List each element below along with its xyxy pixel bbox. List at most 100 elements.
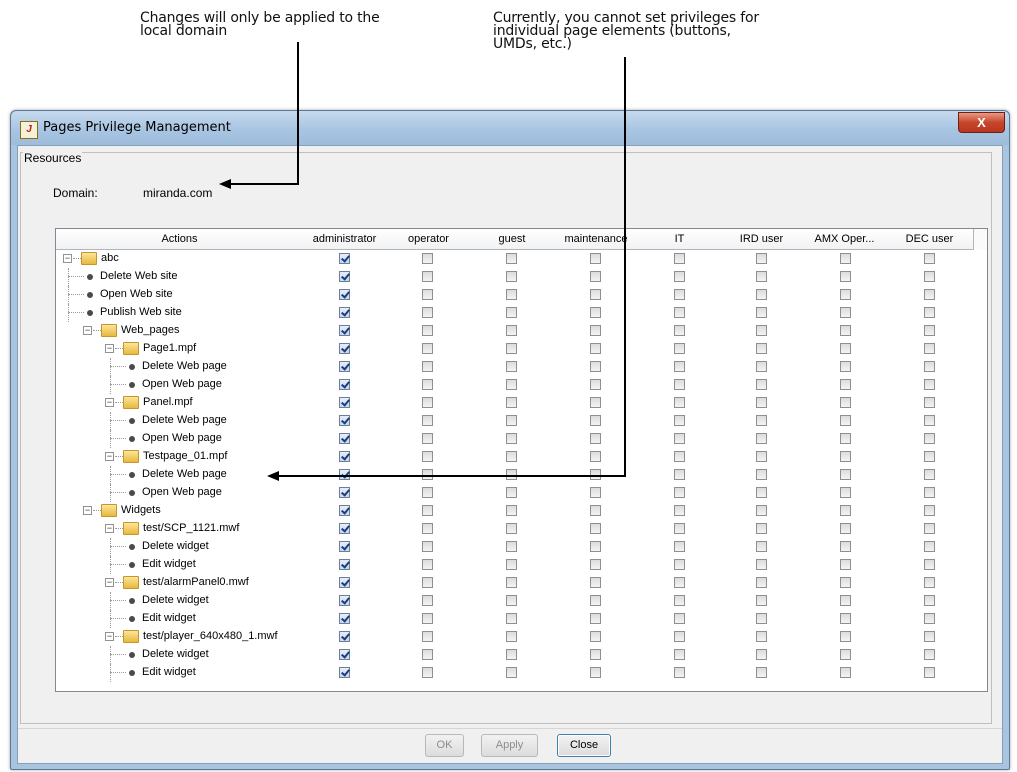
column-header[interactable]: maintenance [553,229,640,250]
privilege-checkbox[interactable] [756,451,767,462]
privilege-checkbox[interactable] [506,343,517,354]
tree-node-label[interactable]: Testpage_01.mpf [143,450,227,462]
collapse-icon[interactable]: − [105,452,114,461]
privilege-checkbox[interactable] [339,631,350,642]
privilege-checkbox[interactable] [339,613,350,624]
privilege-checkbox[interactable] [422,487,433,498]
privilege-checkbox[interactable] [674,469,685,480]
privilege-checkbox[interactable] [590,631,601,642]
tree-node-label[interactable]: Edit widget [142,666,196,678]
privilege-checkbox[interactable] [756,253,767,264]
collapse-icon[interactable]: − [105,344,114,353]
collapse-icon[interactable]: − [83,326,92,335]
privilege-checkbox[interactable] [674,343,685,354]
privilege-checkbox[interactable] [590,523,601,534]
privilege-checkbox[interactable] [422,397,433,408]
column-header[interactable]: AMX Oper... [803,229,887,250]
privilege-checkbox[interactable] [674,631,685,642]
tree-node-label[interactable]: Open Web page [142,486,222,498]
privilege-checkbox[interactable] [674,271,685,282]
privilege-checkbox[interactable] [339,415,350,426]
privilege-checkbox[interactable] [756,505,767,516]
privilege-checkbox[interactable] [339,253,350,264]
privilege-checkbox[interactable] [840,505,851,516]
privilege-checkbox[interactable] [339,433,350,444]
privilege-checkbox[interactable] [924,487,935,498]
privilege-checkbox[interactable] [422,343,433,354]
privilege-checkbox[interactable] [506,307,517,318]
privilege-checkbox[interactable] [674,325,685,336]
privilege-checkbox[interactable] [506,667,517,678]
privilege-checkbox[interactable] [339,487,350,498]
privilege-checkbox[interactable] [422,631,433,642]
privilege-checkbox[interactable] [590,379,601,390]
privilege-checkbox[interactable] [506,361,517,372]
tree-node-label[interactable]: Panel.mpf [143,396,193,408]
privilege-checkbox[interactable] [840,433,851,444]
privilege-checkbox[interactable] [924,559,935,570]
privilege-checkbox[interactable] [756,343,767,354]
tree-node-label[interactable]: Edit widget [142,612,196,624]
privilege-checkbox[interactable] [506,523,517,534]
privilege-checkbox[interactable] [339,343,350,354]
privilege-checkbox[interactable] [339,505,350,516]
privilege-checkbox[interactable] [506,487,517,498]
privilege-checkbox[interactable] [339,397,350,408]
privilege-checkbox[interactable] [422,289,433,300]
privilege-checkbox[interactable] [924,541,935,552]
privilege-checkbox[interactable] [506,271,517,282]
privilege-checkbox[interactable] [422,307,433,318]
privilege-checkbox[interactable] [756,487,767,498]
collapse-icon[interactable]: − [105,578,114,587]
tree-node-label[interactable]: Delete Web site [100,270,177,282]
privilege-checkbox[interactable] [840,595,851,606]
privilege-checkbox[interactable] [756,325,767,336]
privilege-checkbox[interactable] [422,415,433,426]
collapse-icon[interactable]: − [105,524,114,533]
privilege-checkbox[interactable] [840,451,851,462]
privilege-checkbox[interactable] [756,649,767,660]
privilege-checkbox[interactable] [422,325,433,336]
privilege-checkbox[interactable] [674,649,685,660]
column-header[interactable]: IRD user [720,229,804,250]
privilege-checkbox[interactable] [422,523,433,534]
privilege-checkbox[interactable] [590,307,601,318]
privilege-checkbox[interactable] [674,595,685,606]
privilege-checkbox[interactable] [506,577,517,588]
privilege-checkbox[interactable] [506,613,517,624]
tree-node-label[interactable]: Delete Web page [142,360,227,372]
privilege-checkbox[interactable] [422,541,433,552]
tree-node-label[interactable]: Delete widget [142,540,209,552]
privilege-checkbox[interactable] [422,379,433,390]
privilege-checkbox[interactable] [422,451,433,462]
privilege-checkbox[interactable] [924,253,935,264]
privilege-checkbox[interactable] [339,523,350,534]
privilege-checkbox[interactable] [840,469,851,480]
privilege-checkbox[interactable] [674,577,685,588]
privilege-checkbox[interactable] [840,343,851,354]
privilege-checkbox[interactable] [840,271,851,282]
privilege-checkbox[interactable] [339,451,350,462]
tree-node-label[interactable]: Widgets [121,504,161,516]
privilege-checkbox[interactable] [840,325,851,336]
privilege-checkbox[interactable] [339,325,350,336]
privilege-checkbox[interactable] [590,253,601,264]
privilege-checkbox[interactable] [756,595,767,606]
privilege-checkbox[interactable] [840,379,851,390]
column-header[interactable]: operator [386,229,472,250]
collapse-icon[interactable]: − [105,632,114,641]
privilege-checkbox[interactable] [422,559,433,570]
privilege-checkbox[interactable] [506,289,517,300]
privilege-checkbox[interactable] [674,361,685,372]
privilege-checkbox[interactable] [674,613,685,624]
privilege-checkbox[interactable] [674,541,685,552]
privilege-checkbox[interactable] [674,667,685,678]
privilege-checkbox[interactable] [422,577,433,588]
privilege-checkbox[interactable] [590,595,601,606]
privilege-checkbox[interactable] [924,667,935,678]
privilege-checkbox[interactable] [674,487,685,498]
privilege-checkbox[interactable] [506,649,517,660]
privilege-checkbox[interactable] [506,433,517,444]
ok-button[interactable]: OK [425,734,464,757]
privilege-checkbox[interactable] [924,307,935,318]
